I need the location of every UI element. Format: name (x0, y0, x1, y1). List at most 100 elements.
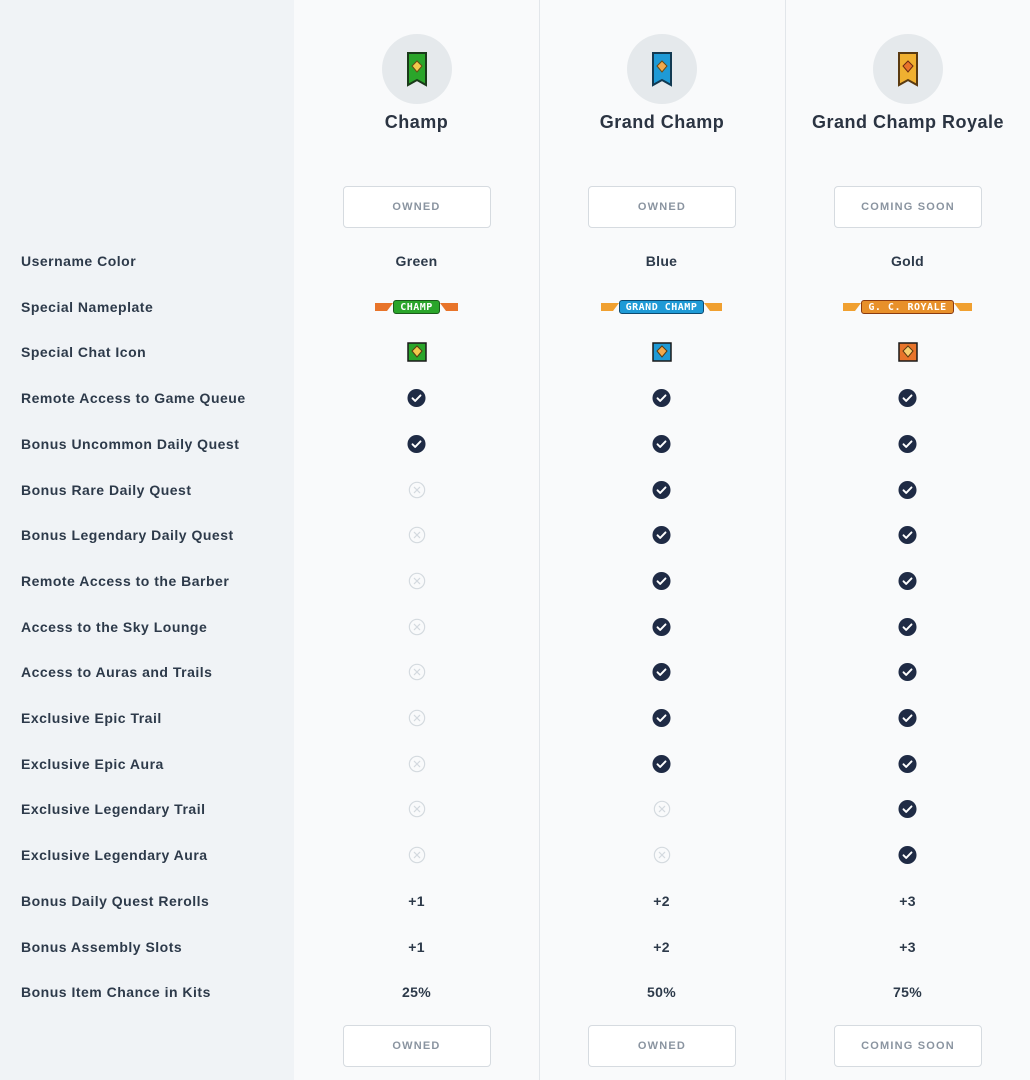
feature-cell: G. C. ROYALE (785, 299, 1030, 314)
chat-icon-grand-champ (651, 342, 672, 363)
x-circle-icon (408, 481, 425, 498)
chat-icon-royale (897, 342, 918, 363)
feature-cell (294, 434, 539, 453)
feature-cell (539, 663, 784, 682)
feature-cell: CHAMP (294, 299, 539, 314)
feature-label: Bonus Daily Quest Rerolls (21, 892, 210, 909)
feature-cell: 25% (402, 984, 431, 1001)
check-circle-icon (898, 663, 917, 682)
feature-cell (785, 708, 1030, 728)
feature-cell (785, 663, 1030, 682)
feature-label: Access to the Sky Lounge (21, 618, 208, 635)
feature-label: Remote Access to the Barber (21, 572, 230, 589)
check-circle-icon (652, 526, 671, 545)
owned-button[interactable]: OWNED (342, 186, 491, 228)
x-circle-icon (408, 709, 425, 727)
check-circle-icon (898, 754, 917, 773)
feature-cell (785, 480, 1030, 499)
feature-cell: Green (395, 253, 438, 269)
feature-label: Remote Access to Game Queue (21, 390, 246, 407)
feature-cell (539, 754, 784, 773)
nameplate-text: GRAND CHAMP (618, 299, 705, 314)
check-circle-icon (407, 434, 426, 453)
feature-label: Special Nameplate (21, 298, 154, 315)
feature-label: Bonus Legendary Daily Quest (21, 527, 234, 544)
x-circle-icon (408, 572, 425, 590)
tier-name: Champ (384, 112, 449, 132)
owned-button-bottom[interactable]: OWNED (588, 1025, 736, 1067)
feature-cell (294, 572, 539, 590)
tier-badge (873, 34, 943, 104)
check-circle-icon (652, 754, 671, 773)
x-circle-icon (653, 801, 670, 818)
check-circle-icon (898, 526, 917, 545)
feature-cell (785, 389, 1030, 408)
feature-cell (539, 480, 784, 499)
owned-button-bottom[interactable]: OWNED (342, 1025, 491, 1067)
check-circle-icon (652, 617, 671, 636)
feature-label: Exclusive Legendary Aura (21, 847, 208, 864)
nameplate-wing-icon (704, 302, 723, 311)
feature-cell (539, 617, 784, 636)
feature-cell (294, 663, 539, 681)
feature-cell: +1 (408, 892, 425, 909)
check-circle-icon (652, 480, 671, 499)
coming-soon-button[interactable]: COMING SOON (834, 186, 982, 228)
feature-cell: Blue (645, 253, 678, 269)
check-circle-icon (898, 389, 917, 408)
check-circle-icon (898, 434, 917, 453)
x-circle-icon (408, 846, 425, 864)
feature-cell (539, 526, 784, 545)
champ-banner-icon (406, 52, 427, 87)
special-nameplate: G. C. ROYALE (843, 299, 972, 314)
tier-badge (627, 34, 697, 104)
feature-label: Bonus Item Chance in Kits (21, 984, 211, 1001)
feature-cell: 75% (893, 984, 922, 1001)
check-circle-icon (898, 571, 917, 590)
nameplate-wing-icon (600, 302, 619, 311)
feature-cell (785, 617, 1030, 636)
feature-cell (294, 800, 539, 818)
check-circle-icon (898, 800, 917, 819)
check-circle-icon (898, 617, 917, 636)
feature-cell: Gold (890, 253, 925, 269)
feature-cell (785, 571, 1030, 590)
check-circle-icon (652, 389, 671, 408)
grand-champ-banner-icon (652, 52, 672, 87)
coming-soon-button-bottom[interactable]: COMING SOON (834, 1025, 982, 1067)
tier-badge (381, 34, 452, 104)
feature-cell (785, 434, 1030, 453)
owned-button[interactable]: OWNED (588, 186, 736, 228)
nameplate-text: G. C. ROYALE (861, 299, 954, 314)
check-circle-icon (652, 434, 671, 453)
feature-cell (785, 800, 1030, 819)
check-circle-icon (652, 708, 671, 728)
x-circle-icon (408, 801, 425, 818)
check-circle-icon (898, 846, 917, 865)
check-circle-icon (407, 389, 426, 408)
feature-cell (294, 755, 539, 773)
feature-cell (294, 618, 539, 636)
feature-cell (539, 342, 784, 363)
x-circle-icon (653, 846, 670, 864)
feature-cell (294, 526, 539, 544)
feature-label: Exclusive Legendary Trail (21, 801, 206, 818)
feature-cell (785, 342, 1030, 363)
feature-cell: +2 (653, 892, 670, 909)
check-circle-icon (898, 708, 917, 728)
feature-label: Special Chat Icon (21, 344, 147, 361)
feature-cell: +3 (899, 938, 916, 955)
feature-cell: +1 (408, 938, 425, 955)
feature-cell: +3 (899, 892, 916, 909)
feature-cell (785, 754, 1030, 773)
feature-cell (539, 571, 784, 590)
x-circle-icon (408, 664, 425, 681)
special-nameplate: CHAMP (375, 299, 458, 314)
feature-cell: 50% (647, 984, 676, 1001)
check-circle-icon (898, 480, 917, 499)
feature-cell (539, 708, 784, 728)
feature-cell (785, 846, 1030, 865)
feature-cell (785, 526, 1030, 545)
feature-label: Bonus Uncommon Daily Quest (21, 435, 240, 452)
feature-cell (294, 481, 539, 499)
